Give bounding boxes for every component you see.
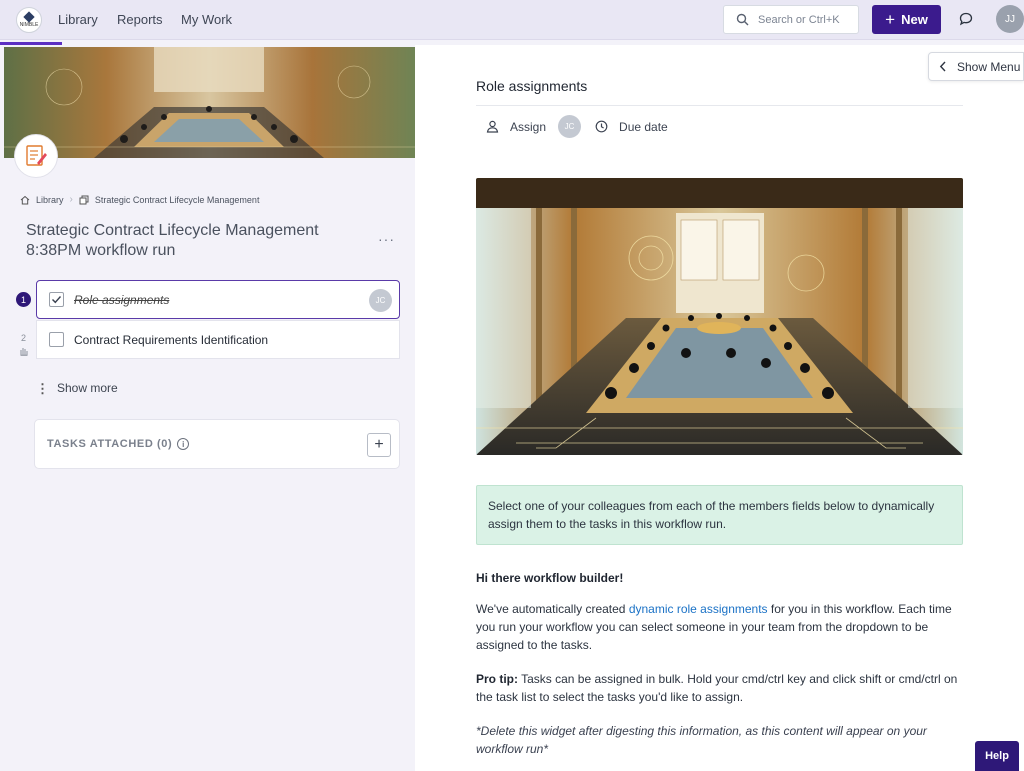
divider [476,105,963,106]
pro-tip-paragraph: Pro tip: Tasks can be assigned in bulk. … [476,670,963,706]
home-icon [20,195,30,204]
nav-library[interactable]: Library [58,12,98,27]
workflow-run-title: Strategic Contract Lifecycle Management … [26,222,319,259]
app-logo[interactable]: NIMBLE [16,7,42,33]
nav-reports[interactable]: Reports [117,12,163,27]
show-menu-label: Show Menu [957,59,1021,74]
user-avatar[interactable]: JJ [996,5,1024,33]
info-icon[interactable]: i [177,438,190,450]
show-more-button[interactable]: ⋮ Show more [36,381,118,395]
tasks-attached-label: TASKS ATTACHED (0) [47,438,173,450]
show-menu-button[interactable]: Show Menu [928,52,1024,81]
top-nav: NIMBLE Library Reports My Work Search or… [0,0,1024,40]
delete-widget-note: *Delete this widget after digesting this… [476,724,927,756]
dynamic-role-assignments-link[interactable]: dynamic role assignments [629,602,768,616]
chevron-left-icon [939,61,946,72]
task-item-contract-requirements[interactable]: Contract Requirements Identification [36,320,400,359]
show-more-label: Show more [57,381,118,395]
breadcrumb: Library › Strategic Contract Lifecycle M… [20,194,259,205]
help-button[interactable]: Help [975,741,1019,771]
task-checkbox[interactable] [49,332,64,347]
greeting-text: Hi there workflow builder! [476,571,624,585]
more-options-icon[interactable]: ··· [378,231,395,247]
breadcrumb-library[interactable]: Library [36,195,64,205]
workflow-banner-image [4,47,415,158]
workflow-icon [14,134,58,178]
assign-button[interactable]: Assign [510,120,546,134]
tasks-attached-heading: TASKS ATTACHED (0) i [47,438,190,450]
task-label: Contract Requirements Identification [74,332,269,347]
intro-paragraph: We've automatically created dynamic role… [476,600,963,654]
greeting-heading: Hi there workflow builder! [476,569,963,587]
task-title: Role assignments [476,78,588,94]
chat-icon[interactable] [958,11,974,27]
plus-icon: + [885,10,896,29]
new-button[interactable]: + New [872,5,941,34]
tasks-attached-panel: TASKS ATTACHED (0) i + [34,419,400,469]
new-button-label: New [901,12,928,27]
chevron-right-icon: › [69,194,73,205]
search-icon [736,13,749,26]
breadcrumb-workflow[interactable]: Strategic Contract Lifecycle Management [95,195,260,205]
intro-text-start: We've automatically created [476,602,629,616]
task-item-role-assignments[interactable]: Role assignments JC [36,280,400,319]
boardroom-image [476,178,963,455]
add-task-button[interactable]: + [367,433,391,457]
search-placeholder: Search or Ctrl+K [758,14,840,26]
drag-hand-icon[interactable] [19,346,28,356]
assignee-avatar[interactable]: JC [369,289,392,312]
workflow-sidebar: Library › Strategic Contract Lifecycle M… [0,45,415,771]
plus-icon: + [374,436,384,453]
copy-icon [79,195,89,204]
check-icon [52,296,62,304]
pro-tip-text: Tasks can be assigned in bulk. Hold your… [476,672,958,704]
vertical-dots-icon: ⋮ [36,380,49,396]
nav-my-work[interactable]: My Work [181,12,232,27]
search-input[interactable]: Search or Ctrl+K [723,5,859,34]
document-edit-icon [26,145,47,166]
task-detail-pane: Role assignments Assign JC Due date Sele… [415,45,1024,771]
assignee-avatar[interactable]: JC [558,115,582,138]
due-date-button[interactable]: Due date [619,120,668,134]
task-meta: Assign JC Due date [486,115,668,138]
task-checkbox-checked[interactable] [49,292,64,307]
task-number-1: 1 [16,292,31,307]
clock-icon [595,120,608,133]
task-label: Role assignments [74,292,170,307]
person-icon [486,120,499,133]
task-number-2: 2 [21,333,27,343]
pro-tip-label: Pro tip: [476,672,518,686]
info-note: Select one of your colleagues from each … [476,485,963,545]
